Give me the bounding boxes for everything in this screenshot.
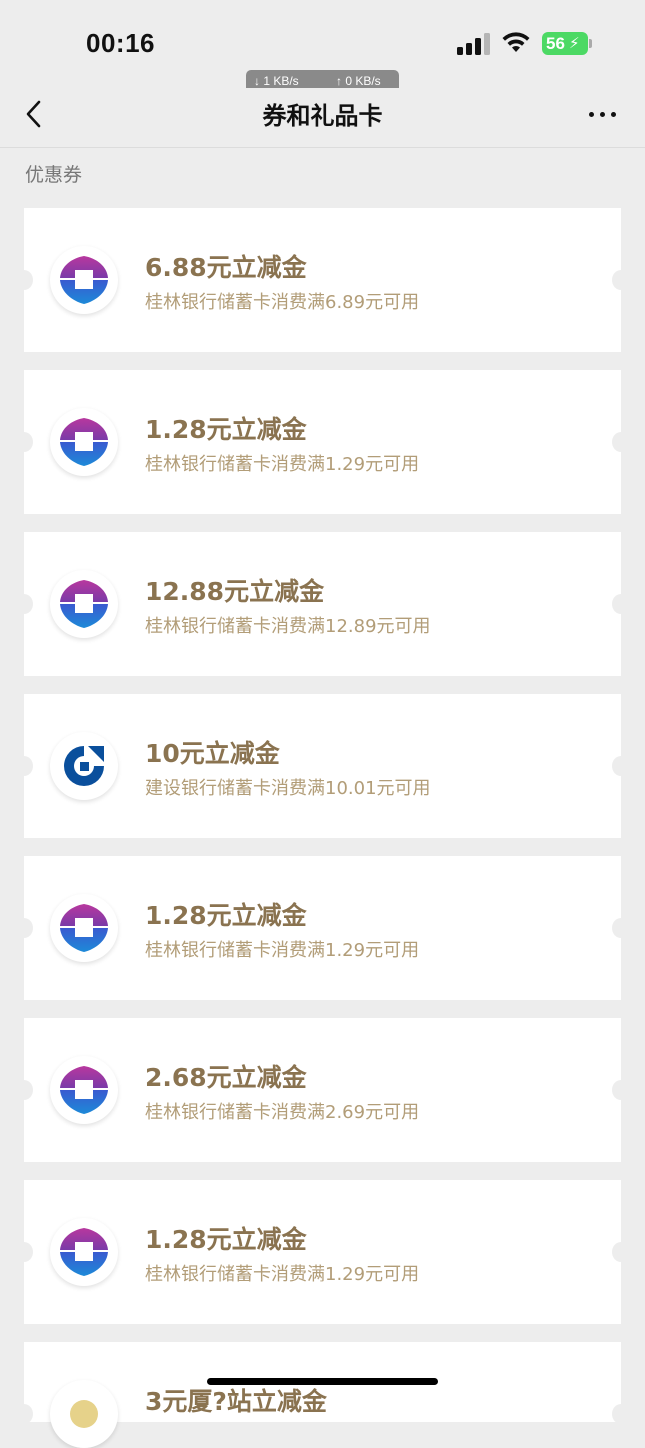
battery-level: 56	[546, 34, 565, 53]
guilin-bank-logo-icon	[50, 894, 118, 962]
status-time: 00:16	[86, 28, 155, 58]
guilin-bank-logo-icon	[50, 1056, 118, 1124]
coupon-title: 1.28元立减金	[145, 1225, 307, 1254]
coupon-card[interactable]: 1.28元立减金桂林银行储蓄卡消费满1.29元可用	[15, 856, 630, 1000]
more-options-icon[interactable]	[586, 102, 620, 126]
coupon-title: 1.28元立减金	[145, 415, 307, 444]
ticket-notch	[612, 1242, 630, 1262]
ticket-notch	[612, 594, 630, 614]
wifi-icon	[502, 32, 530, 52]
ticket-notch	[15, 1242, 33, 1262]
ticket-notch	[612, 1080, 630, 1100]
ccb-logo-icon	[50, 732, 118, 800]
ticket-notch	[15, 756, 33, 776]
coupon-card[interactable]: 2.68元立减金桂林银行储蓄卡消费满2.69元可用	[15, 1018, 630, 1162]
generic-logo-icon	[50, 1380, 118, 1448]
coupon-title: 1.28元立减金	[145, 901, 307, 930]
ticket-notch	[15, 1080, 33, 1100]
guilin-bank-logo-icon	[50, 570, 118, 638]
coupon-description: 桂林银行储蓄卡消费满6.89元可用	[145, 292, 420, 313]
battery-nub	[589, 39, 592, 48]
coupon-title: 2.68元立减金	[145, 1063, 307, 1092]
coupon-title: 6.88元立减金	[145, 253, 307, 282]
ticket-notch	[612, 756, 630, 776]
coupon-card[interactable]: 6.88元立减金桂林银行储蓄卡消费满6.89元可用	[15, 208, 630, 352]
coupon-title: 3元厦?站立减金	[145, 1387, 327, 1416]
ticket-notch	[15, 1404, 33, 1424]
coupon-description: 建设银行储蓄卡消费满10.01元可用	[145, 778, 431, 799]
ticket-notch	[612, 1404, 630, 1424]
ticket-notch	[15, 918, 33, 938]
status-bar: 00:16 56 ⚡ ↓ 1 KB/s ↑ 0 KB/s	[0, 0, 645, 93]
coupon-card[interactable]: 1.28元立减金桂林银行储蓄卡消费满1.29元可用	[15, 1180, 630, 1324]
page-title: 券和礼品卡	[262, 102, 383, 130]
coupon-title: 12.88元立减金	[145, 577, 325, 606]
coupon-description: 桂林银行储蓄卡消费满1.29元可用	[145, 454, 420, 475]
ticket-notch	[612, 918, 630, 938]
ticket-notch	[15, 594, 33, 614]
coupon-card[interactable]: 10元立减金建设银行储蓄卡消费满10.01元可用	[15, 694, 630, 838]
ticket-notch	[612, 270, 630, 290]
coupon-card[interactable]: 12.88元立减金桂林银行储蓄卡消费满12.89元可用	[15, 532, 630, 676]
coupon-description: 桂林银行储蓄卡消费满1.29元可用	[145, 940, 420, 961]
coupon-description: 桂林银行储蓄卡消费满12.89元可用	[145, 616, 431, 637]
ticket-notch	[15, 270, 33, 290]
section-label-coupons: 优惠券	[25, 164, 83, 186]
cellular-signal-icon	[457, 33, 491, 55]
guilin-bank-logo-icon	[50, 246, 118, 314]
guilin-bank-logo-icon	[50, 408, 118, 476]
guilin-bank-logo-icon	[50, 1218, 118, 1286]
home-indicator[interactable]	[207, 1378, 438, 1385]
coupon-description: 桂林银行储蓄卡消费满1.29元可用	[145, 1264, 420, 1285]
charging-icon: ⚡	[569, 34, 580, 52]
nav-bar: 券和礼品卡	[0, 88, 645, 148]
coupon-card[interactable]: 1.28元立减金桂林银行储蓄卡消费满1.29元可用	[15, 370, 630, 514]
battery-indicator: 56	[542, 32, 588, 55]
ticket-notch	[15, 432, 33, 452]
ticket-notch	[612, 432, 630, 452]
coupon-list: 6.88元立减金 桂林银行储蓄卡消费满6.89元可用 1.28元立减金 桂林银行储蓄卡…	[15, 208, 630, 1448]
coupon-description: 桂林银行储蓄卡消费满2.69元可用	[145, 1102, 420, 1123]
coupon-title: 10元立减金	[145, 739, 280, 768]
